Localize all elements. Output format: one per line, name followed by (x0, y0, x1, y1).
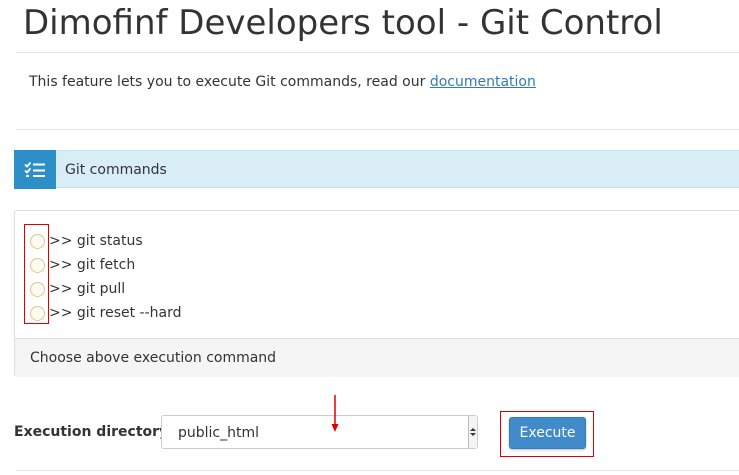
checklist-icon (14, 150, 56, 189)
execution-directory-select[interactable]: public_html (161, 415, 478, 449)
execute-button[interactable]: Execute (509, 417, 586, 449)
command-label: >> git pull (49, 281, 126, 297)
page-title: Dimofinf Developers tool - Git Control (23, 3, 663, 43)
documentation-link[interactable]: documentation (430, 74, 536, 90)
intro-description: This feature lets you to execute Git com… (29, 74, 430, 90)
command-label: >> git status (49, 233, 143, 249)
title-divider (16, 52, 739, 53)
execution-directory-value: public_html (178, 425, 260, 441)
annotation-arrow-icon (331, 395, 339, 432)
commands-panel: >> git status >> git fetch >> git pull >… (14, 210, 739, 377)
command-label: >> git fetch (49, 257, 136, 273)
radio-git-fetch[interactable] (30, 257, 45, 273)
intro-text: This feature lets you to execute Git com… (29, 72, 536, 92)
dropdown-caret-icon[interactable] (468, 416, 477, 448)
radio-git-pull[interactable] (30, 281, 45, 297)
panel-footer-hint: Choose above execution command (30, 350, 277, 366)
command-option-git-fetch[interactable]: >> git fetch (29, 254, 135, 276)
radio-git-status[interactable] (30, 233, 45, 249)
panel-footer: Choose above execution command (15, 338, 739, 377)
git-commands-title: Git commands (65, 162, 167, 178)
intro-divider (16, 129, 739, 130)
command-label: >> git reset --hard (49, 305, 182, 321)
git-commands-header: Git commands (14, 150, 739, 189)
execution-directory-label: Execution directory (14, 424, 169, 440)
radio-git-reset-hard[interactable] (30, 305, 45, 321)
command-option-git-status[interactable]: >> git status (29, 230, 143, 252)
command-option-git-reset-hard[interactable]: >> git reset --hard (29, 302, 182, 324)
bottom-divider (16, 470, 739, 471)
command-option-git-pull[interactable]: >> git pull (29, 278, 125, 300)
